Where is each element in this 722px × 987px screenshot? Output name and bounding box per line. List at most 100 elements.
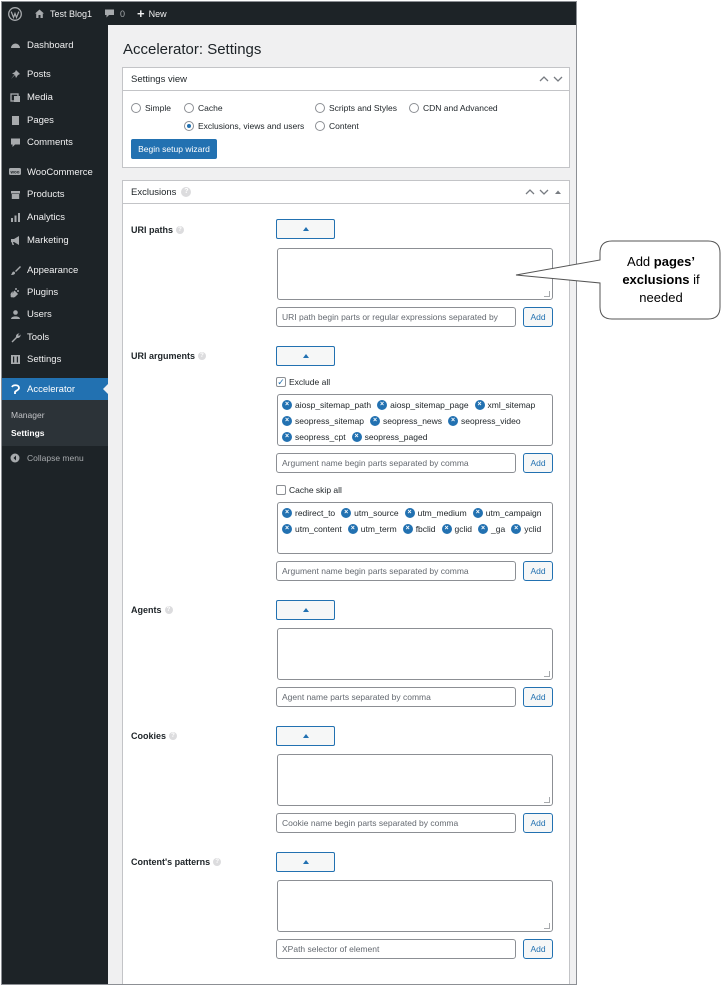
help-icon[interactable]: ? [198, 352, 207, 360]
agents-textarea[interactable] [277, 628, 553, 680]
radio-circle [315, 103, 325, 113]
agents-add-button[interactable]: Add [523, 687, 553, 707]
help-icon[interactable]: ? [213, 858, 222, 866]
skip-tags-box[interactable]: × redirect_to × utm_source × utm_medium × utm_c… [277, 502, 553, 554]
radio-cache[interactable]: Cache [184, 103, 223, 113]
remove-tag-icon[interactable]: × [377, 399, 388, 410]
radio-exclusions-views-users[interactable]: Exclusions, views and users [184, 121, 304, 131]
sidebar-item-appearance[interactable]: Appearance [2, 259, 108, 281]
remove-tag-icon[interactable]: × [282, 415, 292, 426]
chevron-down-icon[interactable] [537, 186, 551, 198]
remove-tag-icon[interactable]: × [474, 399, 485, 410]
site-name-link[interactable]: Test Blog1 [28, 2, 98, 25]
agents-input[interactable]: Agent name parts separated by comma [276, 687, 516, 707]
remove-tag-icon[interactable]: × [341, 507, 352, 518]
sidebar-item-plugins[interactable]: Plugins [2, 281, 108, 303]
pin-icon [9, 68, 21, 80]
exclude-add-button[interactable]: Add [523, 453, 553, 473]
chevron-up-icon[interactable] [523, 186, 537, 198]
sidebar-label: Comments [27, 136, 73, 148]
triangle-up-icon[interactable] [551, 186, 565, 198]
skip-add-button[interactable]: Add [523, 561, 553, 581]
sidebar-item-woocommerce[interactable]: woo WooCommerce [2, 161, 108, 183]
sidebar-item-posts[interactable]: Posts [2, 63, 108, 85]
remove-tag-icon[interactable]: × [402, 523, 413, 534]
sidebar-item-comments[interactable]: Comments [2, 131, 108, 153]
sidebar-item-marketing[interactable]: Marketing [2, 229, 108, 251]
cookies-input[interactable]: Cookie name begin parts separated by com… [276, 813, 516, 833]
remove-tag-icon[interactable]: × [441, 523, 452, 534]
chevron-up-icon[interactable] [537, 73, 551, 85]
remove-tag-icon[interactable]: × [282, 399, 292, 410]
radio-scripts-and-styles[interactable]: Scripts and Styles [315, 103, 397, 113]
wordpress-logo-button[interactable] [2, 2, 28, 25]
remove-tag-icon[interactable]: × [478, 523, 489, 534]
cookies-toggle[interactable] [276, 726, 335, 746]
help-icon[interactable]: ? [176, 226, 185, 234]
contents-patterns-toggle[interactable] [276, 852, 335, 872]
submenu-item-manager[interactable]: Manager [11, 410, 45, 420]
sidebar-item-users[interactable]: Users [2, 303, 108, 325]
collapse-menu-button[interactable]: Collapse menu [2, 447, 108, 469]
radio-simple[interactable]: Simple [131, 103, 171, 113]
uri-paths-input[interactable]: URI path begin parts or regular expressi… [276, 307, 516, 327]
tag-label: yclid [524, 523, 542, 534]
woo-icon: woo [9, 166, 21, 178]
remove-tag-icon[interactable]: × [351, 431, 362, 442]
tag-label: seopress_news [382, 415, 443, 426]
help-icon[interactable]: ? [181, 187, 192, 197]
sidebar-item-accelerator[interactable]: Accelerator [2, 378, 108, 400]
remove-tag-icon[interactable]: × [511, 523, 522, 534]
uri-paths-textarea[interactable] [277, 248, 553, 300]
uri-paths-add-button[interactable]: Add [523, 307, 553, 327]
exclude-argument-input[interactable]: Argument name begin parts separated by c… [276, 453, 516, 473]
remove-tag-icon[interactable]: × [282, 507, 292, 518]
remove-tag-icon[interactable]: × [404, 507, 415, 518]
sidebar-item-products[interactable]: Products [2, 183, 108, 205]
exclude-all-checkbox[interactable]: ✓ Exclude all [276, 377, 330, 387]
sidebar-item-tools[interactable]: Tools [2, 326, 108, 348]
exclusions-box: Exclusions ? URI paths? URI path begin p… [122, 180, 570, 984]
remove-tag-icon[interactable]: × [369, 415, 380, 426]
remove-tag-icon[interactable]: × [347, 523, 358, 534]
help-icon[interactable]: ? [169, 732, 178, 740]
sidebar-item-pages[interactable]: Pages [2, 109, 108, 131]
remove-tag-icon[interactable]: × [448, 415, 459, 426]
radio-cdn-and-advanced[interactable]: CDN and Advanced [409, 103, 498, 113]
tag-chip: × yclid [511, 522, 541, 535]
uri-paths-toggle[interactable] [276, 219, 335, 239]
remove-tag-icon[interactable]: × [282, 523, 292, 534]
chevron-down-icon[interactable] [551, 73, 565, 85]
cache-skip-all-checkbox[interactable]: Cache skip all [276, 485, 342, 495]
main-content: Accelerator: Settings Settings view Simp… [108, 25, 576, 984]
tag-label: seopress_sitemap [295, 415, 364, 426]
exclude-tags-box[interactable]: × aiosp_sitemap_path × aiosp_sitemap_page × x… [277, 394, 553, 446]
contents-patterns-add-button[interactable]: Add [523, 939, 553, 959]
submenu-item-settings[interactable]: Settings [11, 428, 45, 438]
contents-patterns-textarea[interactable] [277, 880, 553, 932]
sidebar-item-dashboard[interactable]: Dashboard [2, 34, 108, 56]
begin-setup-wizard-button[interactable]: Begin setup wizard [131, 139, 217, 159]
comments-link[interactable]: 0 [98, 2, 131, 25]
sidebar-item-settings[interactable]: Settings [2, 348, 108, 370]
sidebar-label: Products [27, 188, 65, 200]
sidebar-item-analytics[interactable]: Analytics [2, 206, 108, 228]
tag-chip: × _ga [478, 522, 505, 535]
uri-arguments-toggle[interactable] [276, 346, 335, 366]
remove-tag-icon[interactable]: × [282, 431, 292, 442]
agents-text: Agents [131, 605, 162, 615]
remove-tag-icon[interactable]: × [472, 507, 483, 518]
help-icon[interactable]: ? [164, 606, 173, 614]
sidebar-label: Settings [27, 353, 62, 365]
sidebar-item-media[interactable]: Media [2, 86, 108, 108]
box-controls [523, 186, 565, 198]
sidebar-label: Users [27, 308, 52, 320]
cookies-add-button[interactable]: Add [523, 813, 553, 833]
skip-argument-input[interactable]: Argument name begin parts separated by c… [276, 561, 516, 581]
box-title: Settings view [131, 73, 187, 85]
agents-toggle[interactable] [276, 600, 335, 620]
cookies-textarea[interactable] [277, 754, 553, 806]
contents-patterns-input[interactable]: XPath selector of element [276, 939, 516, 959]
radio-content[interactable]: Content [315, 121, 359, 131]
new-content-link[interactable]: + New [131, 2, 173, 25]
